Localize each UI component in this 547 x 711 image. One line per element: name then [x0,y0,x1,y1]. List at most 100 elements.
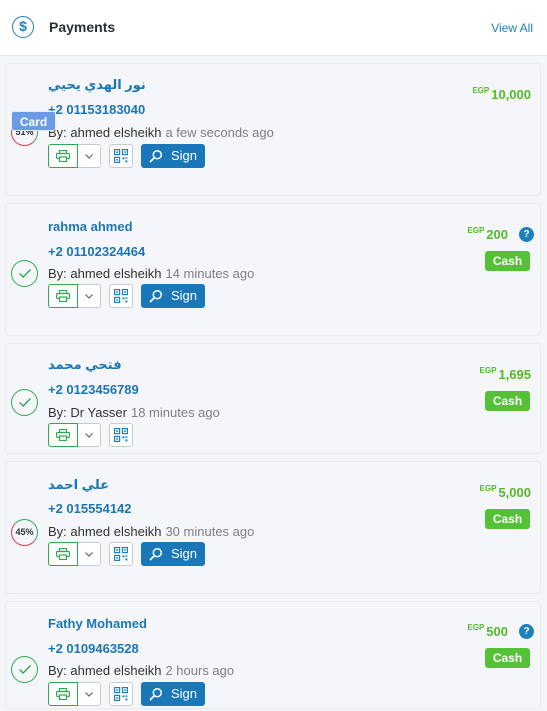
payment-status-paid [11,656,38,683]
qr-code-icon [114,687,128,701]
payment-card: Fathy Mohamed +2 0109463528 By: ahmed el… [5,601,541,709]
payment-amount: EGP 500 [467,623,508,639]
amount-value: 5,000 [498,485,531,500]
qr-code-button[interactable] [109,423,133,447]
print-button[interactable] [48,682,78,706]
created-by-name: By: ahmed elsheikh [48,524,162,539]
checkmark-icon [19,398,32,407]
chevron-down-icon[interactable] [82,428,96,442]
payments-list: 51% نور الهدي يحيي +2 01153183040 By: ah… [0,56,547,711]
page-title: Payments [49,19,116,35]
payment-amount: EGP 5,000 [480,484,531,500]
dollar-icon: $ [12,16,34,38]
patient-name[interactable]: فتحي محمد [48,357,122,373]
created-by-name: By: ahmed elsheikh [48,125,162,140]
payment-card: 51% نور الهدي يحيي +2 01153183040 By: ah… [5,63,541,196]
qr-code-button[interactable] [109,682,133,706]
search-icon [149,547,163,561]
payment-status-paid [11,389,38,416]
created-time: 14 minutes ago [165,266,255,281]
created-by: By: ahmed elsheikh a few seconds ago [48,125,274,140]
printer-icon [56,290,70,302]
chevron-down-icon[interactable] [82,289,96,303]
patient-phone: +2 015554142 [48,501,132,516]
created-by-name: By: ahmed elsheikh [48,266,162,281]
payment-method-badge: Cash [485,251,530,271]
currency-label: EGP [479,366,497,375]
payment-progress-indicator: 45% [11,519,38,546]
print-button-group [48,284,101,308]
sign-button[interactable]: Sign [141,144,205,168]
amount-value: 1,695 [498,367,531,382]
currency-label: EGP [467,226,485,235]
print-button[interactable] [48,144,78,168]
payment-method-badge: Cash [485,391,530,411]
view-all-link[interactable]: View All [491,21,533,35]
patient-name[interactable]: علي احمد [48,477,109,493]
currency-label: EGP [467,623,485,632]
payments-header: $ Payments View All [0,0,547,56]
sign-button[interactable]: Sign [141,284,205,308]
search-icon [149,289,163,303]
amount-value: 200 [486,227,508,242]
sign-button-label: Sign [171,148,198,163]
qr-code-button[interactable] [109,144,133,168]
payment-card: فتحي محمد +2 0123456789 By: Dr Yasser 18 … [5,343,541,454]
printer-icon [56,429,70,441]
printer-icon [56,150,70,162]
checkmark-icon [19,269,32,278]
chevron-down-icon[interactable] [82,149,96,163]
created-by-name: By: Dr Yasser [48,405,127,420]
print-button-group [48,682,101,706]
print-button-group [48,144,101,168]
sign-button[interactable]: Sign [141,542,205,566]
created-by: By: ahmed elsheikh 30 minutes ago [48,524,254,539]
patient-phone: +2 0109463528 [48,641,139,656]
amount-value: 500 [486,624,508,639]
payment-method-badge: Card [11,111,56,131]
checkmark-icon [19,665,32,674]
currency-label: EGP [479,484,497,493]
chevron-down-icon[interactable] [82,547,96,561]
printer-icon [56,548,70,560]
print-button-group [48,542,101,566]
payment-card: rahma ahmed +2 01102324464 By: ahmed els… [5,203,541,336]
created-by: By: ahmed elsheikh 2 hours ago [48,663,234,678]
qr-code-icon [114,149,128,163]
patient-name[interactable]: rahma ahmed [48,219,133,234]
sign-button-label: Sign [171,288,198,303]
amount-value: 10,000 [491,87,531,102]
print-button[interactable] [48,423,78,447]
payment-status-paid [11,260,38,287]
help-icon[interactable]: ? [519,624,534,639]
created-by: By: Dr Yasser 18 minutes ago [48,405,220,420]
patient-phone: +2 0123456789 [48,382,139,397]
created-by: By: ahmed elsheikh 14 minutes ago [48,266,254,281]
print-button[interactable] [48,542,78,566]
patient-phone: +2 01153183040 [48,102,146,117]
payment-method-badge: Cash [485,648,530,668]
created-time: 18 minutes ago [130,405,220,420]
search-icon [149,687,163,701]
chevron-down-icon[interactable] [82,687,96,701]
payment-amount: EGP 200 [467,226,508,242]
print-button-group [48,423,101,447]
help-icon[interactable]: ? [519,227,534,242]
created-by-name: By: ahmed elsheikh [48,663,162,678]
qr-code-icon [114,289,128,303]
qr-code-button[interactable] [109,542,133,566]
qr-code-icon [114,547,128,561]
created-time: 2 hours ago [165,663,235,678]
payment-card: 45% علي احمد +2 015554142 By: ahmed elsh… [5,461,541,594]
sign-button-label: Sign [171,686,198,701]
payment-method-badge: Cash [485,509,530,529]
patient-name[interactable]: نور الهدي يحيي [48,77,146,93]
patient-name[interactable]: Fathy Mohamed [48,616,147,631]
print-button[interactable] [48,284,78,308]
qr-code-button[interactable] [109,284,133,308]
sign-button[interactable]: Sign [141,682,205,706]
patient-phone: +2 01102324464 [48,244,146,259]
qr-code-icon [114,428,128,442]
search-icon [149,149,163,163]
payment-amount: EGP 10,000 [472,86,531,102]
